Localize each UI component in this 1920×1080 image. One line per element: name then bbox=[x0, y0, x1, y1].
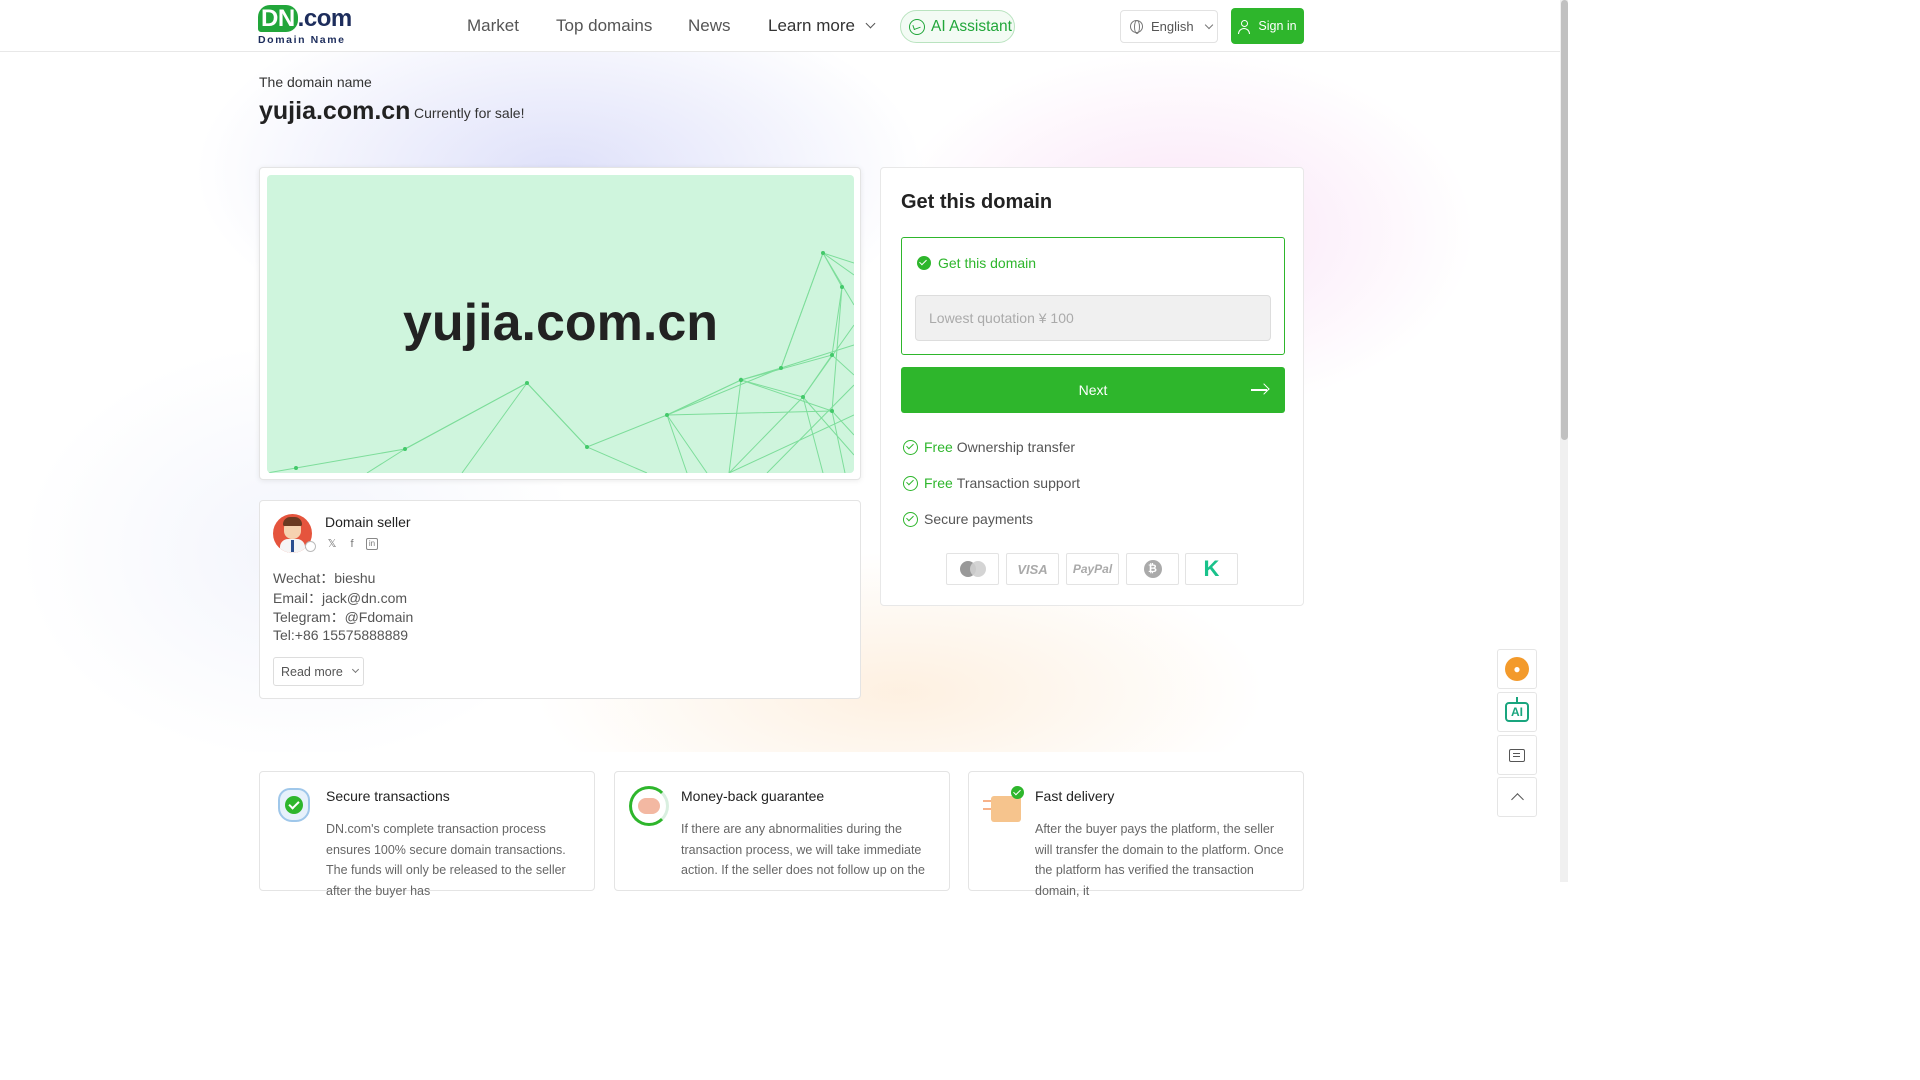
chat-icon bbox=[1509, 748, 1525, 762]
feature-transaction-support: Free Transaction support bbox=[903, 475, 1080, 491]
read-more-label: Read more bbox=[281, 664, 343, 679]
next-label: Next bbox=[1078, 382, 1108, 398]
check-outline-icon bbox=[903, 511, 918, 527]
avatar-tie bbox=[291, 540, 294, 552]
purchase-option[interactable]: Get this domain bbox=[901, 237, 1285, 355]
secure-transactions-card: Secure transactions DN.com's complete tr… bbox=[259, 771, 595, 898]
unverified-badge-icon bbox=[305, 541, 316, 552]
get-domain-card: Get this domain Get this domain Next Fre… bbox=[880, 167, 1304, 606]
nav-learn-more[interactable]: Learn more bbox=[768, 16, 876, 36]
paypal-icon: PayPal bbox=[1066, 553, 1119, 585]
chevron-down-icon bbox=[1204, 20, 1213, 29]
scrollbar-thumb[interactable] bbox=[1561, 0, 1568, 440]
dn-logo[interactable]: DN .com Domain Name bbox=[258, 5, 358, 48]
logo-dn: DN bbox=[258, 5, 298, 32]
feature-text: Ownership transfer bbox=[956, 439, 1076, 455]
purchase-option-label: Get this domain bbox=[938, 255, 1037, 271]
ai-assistant-icon bbox=[909, 18, 925, 35]
card-description: DN.com's complete transaction process en… bbox=[326, 822, 566, 898]
feature-ownership-transfer: Free Ownership transfer bbox=[903, 439, 1075, 455]
globe-icon bbox=[1130, 20, 1143, 34]
back-to-top-button[interactable] bbox=[1497, 777, 1537, 817]
seller-label: Domain seller bbox=[325, 514, 411, 530]
visa-icon: VISA bbox=[1006, 553, 1059, 585]
free-tag: Free bbox=[924, 475, 953, 491]
facebook-icon[interactable]: f bbox=[346, 538, 358, 550]
banner-domain-text: yujia.com.cn bbox=[403, 294, 718, 352]
money-back-icon bbox=[629, 786, 669, 826]
domain-banner: yujia.com.cn bbox=[267, 175, 854, 473]
card-description: After the buyer pays the platform, the s… bbox=[1035, 822, 1284, 898]
language-selector[interactable]: English bbox=[1120, 10, 1218, 43]
kucoin-glyph: K bbox=[1203, 556, 1220, 581]
check-outline-icon bbox=[903, 475, 918, 491]
ai-assistant-label: AI Assistant bbox=[931, 17, 1012, 35]
seller-wechat: Wechat：bieshu bbox=[273, 570, 376, 586]
logo-com: .com bbox=[297, 5, 353, 32]
seller-card: Domain seller 𝕏 f in Wechat：bieshu Email… bbox=[259, 500, 861, 699]
seller-tel: Tel:+86 15575888889 bbox=[273, 627, 409, 643]
chat-button[interactable] bbox=[1497, 735, 1537, 775]
card-title: Secure transactions bbox=[326, 788, 450, 804]
seller-telegram: Telegram：@Fdomain bbox=[273, 609, 414, 625]
money-back-card: Money-back guarantee If there are any ab… bbox=[614, 771, 950, 891]
quotation-input[interactable] bbox=[915, 295, 1271, 341]
check-outline-icon bbox=[903, 439, 918, 455]
chevron-down-icon bbox=[865, 18, 876, 29]
ai-robot-icon: AI bbox=[1505, 697, 1529, 722]
avatar-hair bbox=[283, 517, 302, 526]
nav-market[interactable]: Market bbox=[467, 16, 519, 36]
sign-in-label: Sign in bbox=[1258, 19, 1297, 33]
feature-text: Secure payments bbox=[924, 511, 1033, 527]
card-title: Fast delivery bbox=[1035, 788, 1115, 804]
title-prefix: The domain name bbox=[259, 74, 372, 90]
get-domain-title: Get this domain bbox=[901, 191, 1053, 213]
language-label: English bbox=[1151, 19, 1194, 34]
mastercard-icon bbox=[946, 553, 999, 585]
check-circle-icon bbox=[917, 256, 931, 270]
read-more-button[interactable]: Read more bbox=[273, 657, 364, 686]
feature-secure-payments: Secure payments bbox=[903, 511, 1033, 527]
x-icon[interactable]: 𝕏 bbox=[326, 538, 338, 550]
bitcoin-glyph: ₿ bbox=[1143, 560, 1162, 578]
main-content: The domain name yujia.com.cn Currently f… bbox=[0, 0, 1560, 898]
chevron-up-icon bbox=[1510, 793, 1524, 806]
contact-button[interactable]: ● bbox=[1497, 649, 1537, 689]
linkedin-icon[interactable]: in bbox=[366, 538, 378, 550]
sign-in-button[interactable]: Sign in bbox=[1231, 8, 1304, 44]
chevron-down-icon bbox=[351, 665, 359, 674]
page-title-domain: yujia.com.cn bbox=[259, 97, 411, 125]
sale-status: Currently for sale! bbox=[414, 105, 525, 121]
ai-robot-button[interactable]: AI bbox=[1497, 692, 1537, 732]
delivery-box-icon bbox=[983, 786, 1024, 826]
nav-top-domains[interactable]: Top domains bbox=[556, 16, 652, 36]
logo-wordmark: DN .com bbox=[258, 5, 358, 32]
fast-delivery-card: Fast delivery After the buyer pays the p… bbox=[968, 771, 1304, 898]
kucoin-icon: K bbox=[1185, 553, 1238, 585]
seller-email: Email：jack@dn.com bbox=[273, 590, 408, 606]
free-tag: Free bbox=[924, 439, 953, 455]
ai-assistant-button[interactable]: AI Assistant bbox=[900, 10, 1015, 43]
card-description: If there are any abnormalities during th… bbox=[681, 822, 925, 877]
user-icon bbox=[1238, 19, 1251, 34]
next-button[interactable]: Next bbox=[901, 367, 1285, 413]
nav-learn-more-label: Learn more bbox=[768, 16, 855, 35]
feature-text: Transaction support bbox=[956, 475, 1081, 491]
arrow-right-icon bbox=[1251, 383, 1269, 397]
domain-banner-card: yujia.com.cn bbox=[259, 167, 861, 480]
bitcoin-icon: ₿ bbox=[1126, 553, 1179, 585]
card-title: Money-back guarantee bbox=[681, 788, 825, 804]
contact-icon: ● bbox=[1505, 657, 1529, 681]
top-header: DN .com Domain Name Market Top domains Ne… bbox=[0, 0, 1568, 52]
shield-check-icon bbox=[274, 786, 314, 826]
nav-news[interactable]: News bbox=[688, 16, 731, 36]
logo-subtitle: Domain Name bbox=[258, 34, 346, 46]
